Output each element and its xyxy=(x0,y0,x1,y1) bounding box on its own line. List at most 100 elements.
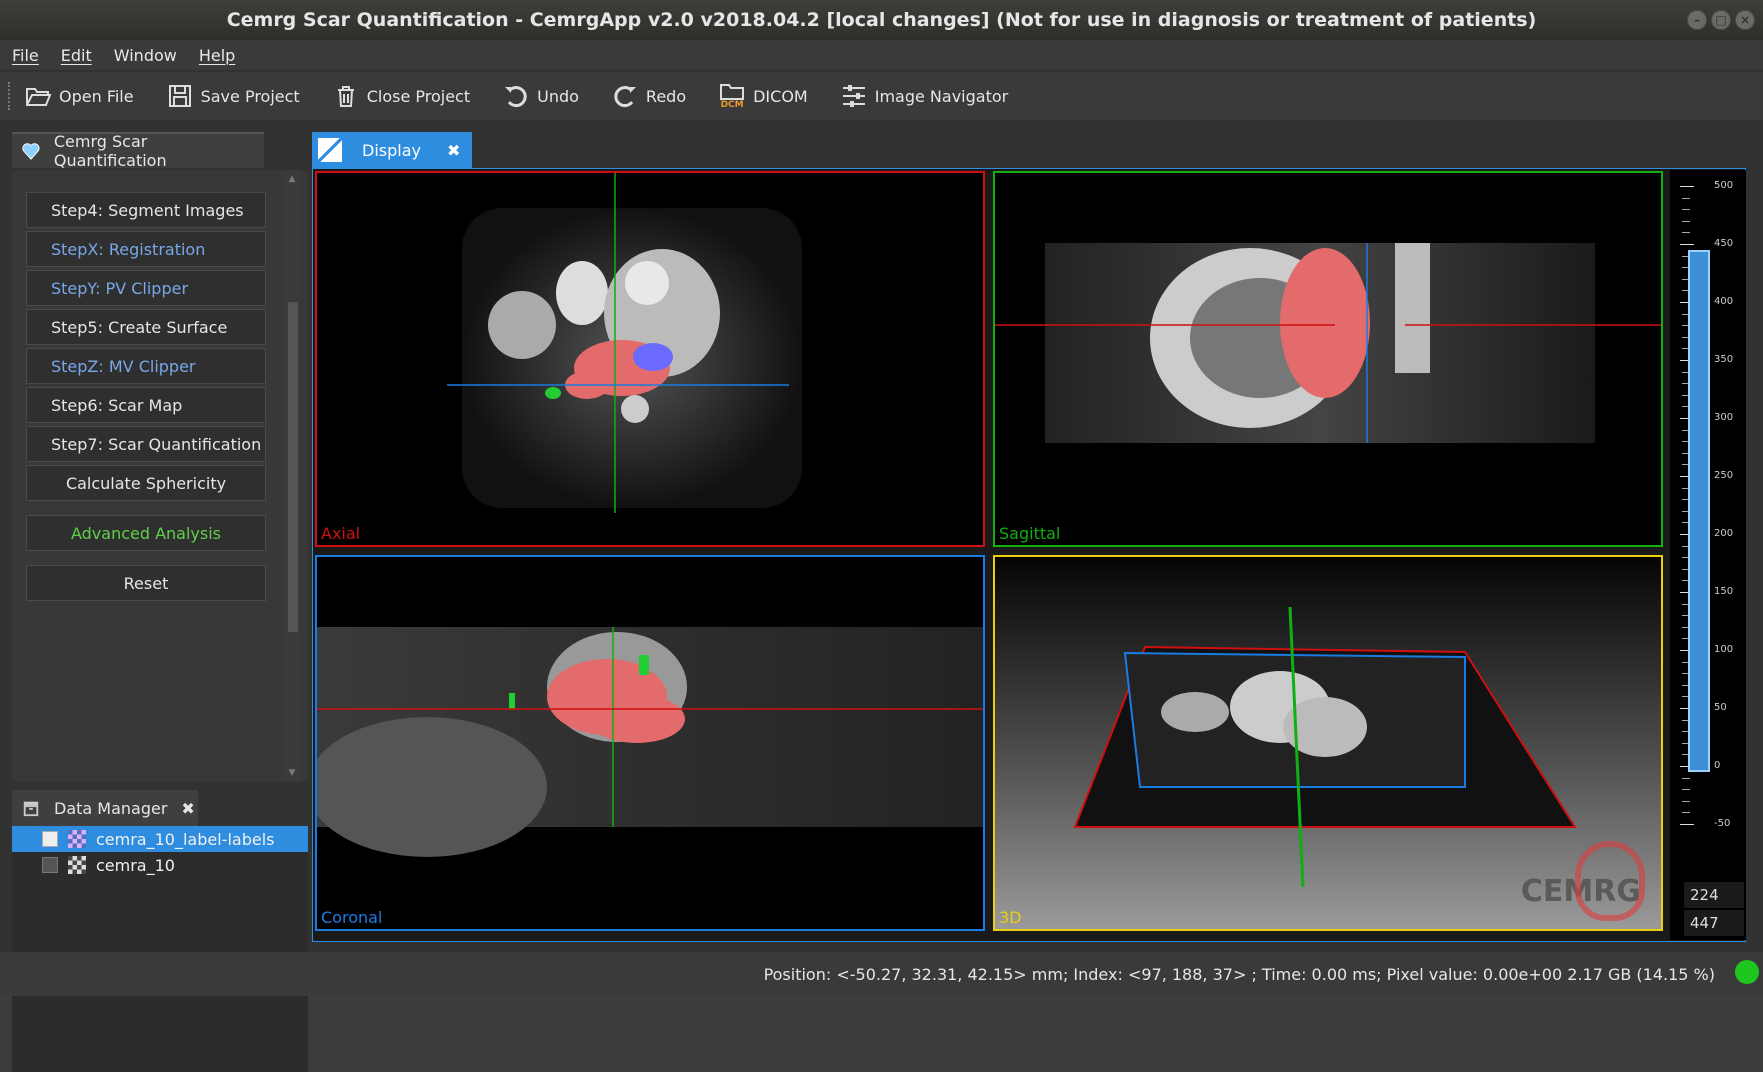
scale-minor-tick xyxy=(1682,789,1690,791)
step7-scar-quantification-button[interactable]: Step7: Scar Quantification xyxy=(26,426,266,462)
scroll-down-icon[interactable]: ▼ xyxy=(287,768,297,778)
image-icon xyxy=(68,856,86,874)
stepx-registration-button[interactable]: StepX: Registration xyxy=(26,231,266,267)
open-file-label: Open File xyxy=(59,86,134,106)
sagittal-view-label: Sagittal xyxy=(999,524,1061,543)
scale-minor-tick xyxy=(1682,197,1690,199)
sagittal-image xyxy=(995,243,1661,443)
window-input[interactable]: 447 xyxy=(1684,910,1744,936)
advanced-analysis-label: Advanced Analysis xyxy=(70,523,222,543)
dicom-label: DICOM xyxy=(753,86,808,106)
stepy-pv-clipper-button[interactable]: StepY: PV Clipper xyxy=(26,270,266,306)
steps-scrollbar[interactable]: ▲ ▼ xyxy=(284,170,300,782)
advanced-analysis-button[interactable]: Advanced Analysis xyxy=(26,515,266,551)
scale-tick-label: 350 xyxy=(1714,354,1734,365)
scale-tick-label: 0 xyxy=(1714,760,1721,771)
calculate-sphericity-button[interactable]: Calculate Sphericity xyxy=(26,465,266,501)
scale-tick-label: -50 xyxy=(1714,818,1731,829)
close-icon[interactable]: ✖ xyxy=(447,141,460,160)
save-project-button[interactable]: Save Project xyxy=(166,82,300,110)
axial-view-label: Axial xyxy=(321,524,361,543)
scale-tick-label: 450 xyxy=(1714,238,1734,249)
coronal-image xyxy=(317,627,983,857)
plugin-tab-label: Cemrg Scar Quantification xyxy=(53,132,167,170)
data-manager-tab[interactable]: Data Manager ✖ xyxy=(12,790,198,826)
data-node-label: cemra_10_label-labels xyxy=(96,829,275,849)
data-manager-icon xyxy=(23,801,39,817)
undo-label: Undo xyxy=(537,86,579,106)
scale-tick-label: 100 xyxy=(1714,644,1734,655)
plugin-tab[interactable]: Cemrg Scar Quantification xyxy=(12,132,264,170)
scale-minor-tick xyxy=(1682,800,1690,802)
main-toolbar: Open File Save Project Close Project Und… xyxy=(0,72,1763,120)
minimize-button[interactable]: – xyxy=(1687,10,1707,30)
scale-tick-label: 150 xyxy=(1714,586,1734,597)
redo-icon xyxy=(614,86,636,107)
menu-window[interactable]: Window xyxy=(114,46,177,65)
undo-icon xyxy=(505,86,527,107)
data-manager-list: cemra_10_label-labels cemra_10 xyxy=(12,826,308,1072)
coronal-view[interactable]: Coronal xyxy=(315,555,985,931)
status-bar: Position: <-50.27, 32.31, 42.15> mm; Ind… xyxy=(0,952,1763,996)
left-panel: Cemrg Scar Quantification Step4: Segment… xyxy=(12,132,308,1072)
level-window-widget[interactable]: 500 450 400 350 300 250 200 150 100 50 0 -50 224 44… xyxy=(1670,170,1746,940)
menu-help[interactable]: Help xyxy=(199,46,235,65)
memory-status-indicator xyxy=(1735,960,1759,984)
sagittal-view[interactable]: Sagittal xyxy=(993,171,1663,547)
maximize-button[interactable]: □ xyxy=(1711,10,1731,30)
step5-create-surface-button[interactable]: Step5: Create Surface xyxy=(26,309,266,345)
reset-label: Reset xyxy=(123,573,169,593)
redo-button[interactable]: Redo xyxy=(611,82,686,110)
axial-image xyxy=(447,173,802,513)
step4-label: Step4: Segment Images xyxy=(51,200,244,220)
heart-icon xyxy=(22,143,40,160)
steps-panel: Step4: Segment Images StepX: Registratio… xyxy=(12,170,308,782)
step4-segment-button[interactable]: Step4: Segment Images xyxy=(26,192,266,228)
scale-tick-label: 400 xyxy=(1714,296,1734,307)
step5-label: Step5: Create Surface xyxy=(51,317,228,337)
visibility-checkbox[interactable] xyxy=(42,857,58,873)
image-navigator-label: Image Navigator xyxy=(874,86,1009,106)
open-file-button[interactable]: Open File xyxy=(24,82,134,110)
3d-view-label: 3D xyxy=(999,908,1022,927)
level-input[interactable]: 224 xyxy=(1684,882,1744,908)
display-tab-label: Display xyxy=(362,140,421,160)
title-bar: Cemrg Scar Quantification - CemrgApp v2.… xyxy=(0,0,1763,40)
menu-edit[interactable]: Edit xyxy=(61,46,92,65)
display-tab[interactable]: Display ✖ xyxy=(312,132,472,168)
save-icon xyxy=(168,85,191,107)
toolbar-grip[interactable] xyxy=(8,82,12,110)
app-window: Cemrg Scar Quantification - CemrgApp v2.… xyxy=(0,0,1763,1072)
stepz-label: StepZ: MV Clipper xyxy=(51,356,196,376)
list-item[interactable]: cemra_10 xyxy=(12,852,308,878)
close-window-button[interactable]: × xyxy=(1735,10,1755,30)
list-item[interactable]: cemra_10_label-labels xyxy=(12,826,308,852)
window-title: Cemrg Scar Quantification - CemrgApp v2.… xyxy=(226,9,1537,31)
3d-view[interactable]: CEMRG 3D xyxy=(993,555,1663,931)
undo-button[interactable]: Undo xyxy=(502,82,579,110)
scale-tick-label: 200 xyxy=(1714,528,1734,539)
data-manager-label: Data Manager xyxy=(54,798,168,818)
scroll-up-icon[interactable]: ▲ xyxy=(287,174,297,184)
visibility-checkbox[interactable] xyxy=(42,831,58,847)
stepz-mv-clipper-button[interactable]: StepZ: MV Clipper xyxy=(26,348,266,384)
level-window-bar[interactable] xyxy=(1688,250,1710,772)
menu-file[interactable]: File xyxy=(12,46,39,65)
image-navigator-button[interactable]: Image Navigator xyxy=(840,82,1008,110)
cemrg-logo-heart-icon xyxy=(1575,841,1645,921)
scale-minor-tick xyxy=(1682,777,1690,779)
axial-view[interactable]: Axial xyxy=(315,171,985,547)
sliders-icon xyxy=(842,85,865,107)
display-icon xyxy=(318,138,342,162)
reset-button[interactable]: Reset xyxy=(26,565,266,601)
close-icon[interactable]: ✖ xyxy=(181,799,194,818)
scale-minor-tick xyxy=(1682,232,1690,234)
close-project-button[interactable]: Close Project xyxy=(332,82,470,110)
scale-tick xyxy=(1680,824,1694,825)
step6-scar-map-button[interactable]: Step6: Scar Map xyxy=(26,387,266,423)
coronal-view-label: Coronal xyxy=(321,908,383,927)
scale-tick xyxy=(1680,186,1694,187)
dicom-button[interactable]: DCM DICOM xyxy=(718,82,808,110)
label-image-icon xyxy=(68,830,86,848)
scrollbar-thumb[interactable] xyxy=(288,302,298,632)
